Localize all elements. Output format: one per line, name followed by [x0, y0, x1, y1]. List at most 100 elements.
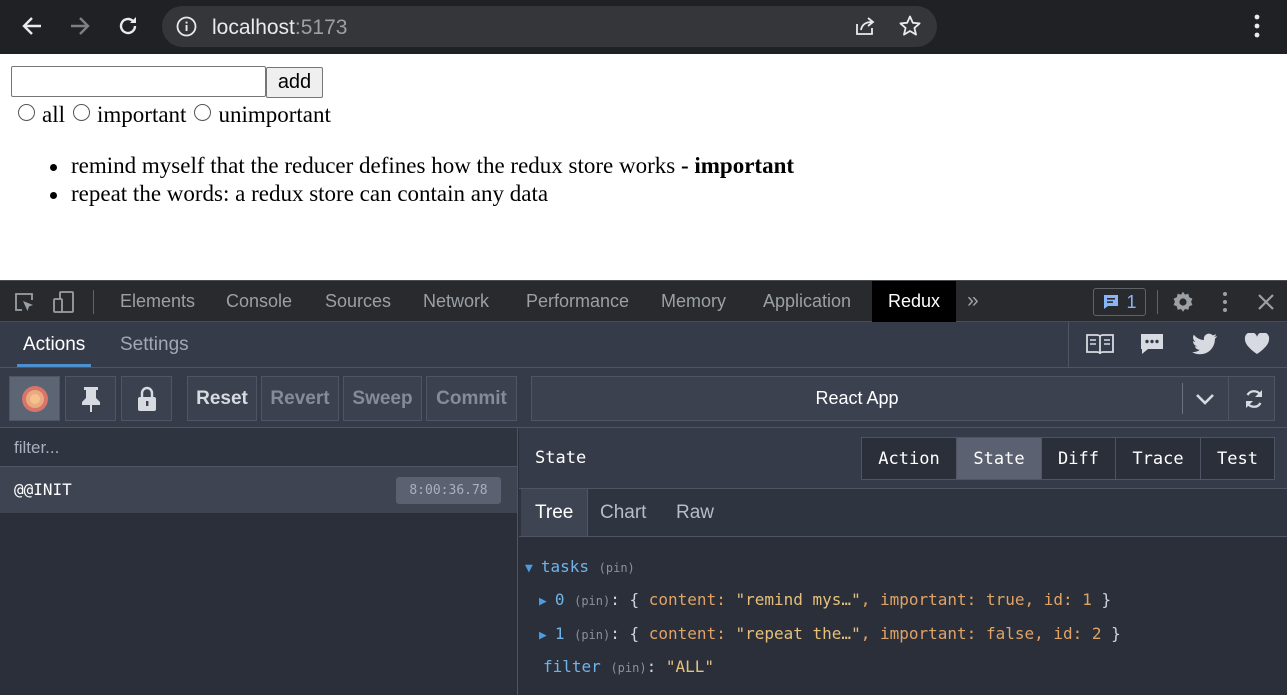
tree-key: filter	[543, 657, 601, 676]
filter-unimportant[interactable]: unimportant	[194, 102, 331, 128]
message-icon	[1104, 295, 1119, 309]
docs-book-icon[interactable]	[1085, 332, 1115, 361]
more-tabs-icon[interactable]: »	[967, 289, 979, 313]
browser-toolbar: localhost:5173	[0, 0, 1287, 54]
tree-node-tasks[interactable]: ▼ tasks (pin)	[525, 557, 635, 576]
tab-sources[interactable]: Sources	[311, 281, 405, 322]
action-name: @@INIT	[14, 480, 72, 499]
tree-value: "remind mys…"	[735, 590, 861, 609]
sync-divider	[1228, 377, 1229, 420]
pin-link[interactable]: (pin)	[574, 628, 610, 642]
view-raw-tab[interactable]: Raw	[662, 489, 728, 536]
collapsed-arrow-icon[interactable]: ▶	[539, 628, 547, 643]
task-content: remind myself that the reducer defines h…	[71, 153, 676, 178]
tree-value: false	[985, 624, 1035, 643]
state-tree: ▼ tasks (pin) ▶ 0 (pin): { content: "remin…	[519, 537, 1287, 695]
task-important-label: - important	[675, 153, 795, 178]
filter-all[interactable]: all	[18, 102, 65, 128]
redux-devtools: Actions Settings Reset Revert Sweep Comm…	[0, 322, 1287, 695]
pin-link[interactable]: (pin)	[599, 561, 635, 575]
devtools-menu-icon[interactable]	[1216, 290, 1234, 319]
inspector-mode-group: Action State Diff Trace Test	[861, 437, 1275, 480]
filter-unimportant-label: unimportant	[218, 102, 331, 127]
share-icon[interactable]	[853, 15, 877, 42]
pin-icon	[81, 386, 100, 412]
tree-node-item[interactable]: ▶ 0 (pin): { content: "remind mys…", impo…	[539, 590, 1111, 609]
tab-separator	[93, 290, 94, 314]
bookmark-star-icon[interactable]	[898, 14, 922, 43]
back-icon[interactable]	[14, 8, 50, 44]
inspector-pane: State Action State Diff Trace Test Tree …	[519, 428, 1287, 695]
mode-state-button[interactable]: State	[957, 438, 1042, 479]
url-port: :5173	[294, 16, 348, 39]
device-toolbar-icon[interactable]	[52, 290, 76, 319]
settings-gear-icon[interactable]	[1171, 290, 1195, 319]
close-icon[interactable]	[1256, 292, 1276, 317]
browser-menu-icon[interactable]	[1246, 12, 1268, 45]
tree-key: 1	[554, 624, 565, 643]
table-row[interactable]: @@INIT 8:00:36.78	[0, 467, 517, 513]
filter-radio-group: all important unimportant	[18, 102, 339, 128]
issues-badge[interactable]: 1	[1093, 288, 1146, 316]
tree-value: 2	[1091, 624, 1102, 643]
view-tree-tab[interactable]: Tree	[521, 489, 589, 536]
mode-action-button[interactable]: Action	[862, 438, 957, 479]
radio-important[interactable]	[73, 103, 90, 121]
revert-button[interactable]: Revert	[261, 376, 339, 421]
tab-application[interactable]: Application	[749, 281, 865, 322]
app-page: add all important unimportant remind mys…	[0, 54, 1287, 280]
filter-important[interactable]: important	[73, 102, 186, 128]
list-item[interactable]: repeat the words: a redux store can cont…	[50, 180, 794, 208]
tab-elements[interactable]: Elements	[106, 281, 209, 322]
info-icon[interactable]	[176, 16, 197, 42]
action-time-badge: 8:00:36.78	[396, 477, 501, 504]
sweep-button[interactable]: Sweep	[343, 376, 422, 421]
radio-all[interactable]	[18, 103, 35, 121]
lock-button[interactable]	[121, 376, 172, 421]
reload-icon[interactable]	[110, 8, 146, 44]
reset-button[interactable]: Reset	[187, 376, 257, 421]
view-chart-tab[interactable]: Chart	[586, 489, 660, 536]
tab-performance[interactable]: Performance	[512, 281, 643, 322]
tab-actions[interactable]: Actions	[9, 322, 99, 367]
pin-link[interactable]: (pin)	[610, 661, 646, 675]
tree-value: 1	[1082, 590, 1092, 609]
chevron-down-icon[interactable]	[1194, 390, 1216, 413]
tree-value: true	[985, 590, 1025, 609]
mode-trace-button[interactable]: Trace	[1116, 438, 1201, 479]
mode-diff-button[interactable]: Diff	[1042, 438, 1116, 479]
collapsed-arrow-icon[interactable]: ▶	[539, 594, 547, 609]
inspect-element-icon[interactable]	[13, 291, 35, 318]
commit-button[interactable]: Commit	[426, 376, 517, 421]
list-item[interactable]: remind myself that the reducer defines h…	[50, 152, 794, 180]
sync-icon[interactable]	[1242, 387, 1266, 416]
action-filter-input[interactable]: filter...	[0, 428, 517, 467]
tree-node-filter[interactable]: filter (pin): "ALL"	[543, 657, 714, 676]
mode-test-button[interactable]: Test	[1201, 438, 1274, 479]
tab-network[interactable]: Network	[409, 281, 503, 322]
new-task-input[interactable]	[11, 66, 266, 97]
pin-button[interactable]	[65, 376, 116, 421]
address-bar[interactable]: localhost:5173	[162, 6, 937, 47]
sponsor-heart-icon[interactable]	[1244, 332, 1270, 360]
pin-link[interactable]: (pin)	[574, 594, 610, 608]
radio-unimportant[interactable]	[194, 103, 212, 121]
expanded-arrow-icon[interactable]: ▼	[525, 561, 533, 576]
tab-settings[interactable]: Settings	[106, 322, 203, 367]
inspector-title: State	[535, 448, 587, 468]
tab-memory[interactable]: Memory	[647, 281, 740, 322]
instance-selector[interactable]: React App	[531, 376, 1275, 421]
add-button[interactable]: add	[266, 67, 323, 98]
feedback-chat-icon[interactable]	[1139, 332, 1165, 361]
tree-node-item[interactable]: ▶ 1 (pin): { content: "repeat the…", impo…	[539, 624, 1121, 643]
filter-all-label: all	[42, 102, 65, 127]
redux-links	[1068, 322, 1287, 367]
record-button[interactable]	[9, 376, 60, 421]
tab-console[interactable]: Console	[212, 281, 306, 322]
forward-icon[interactable]	[62, 8, 98, 44]
twitter-icon[interactable]	[1192, 333, 1218, 360]
action-list-pane: filter... @@INIT 8:00:36.78	[0, 428, 518, 695]
redux-tab-bar: Actions Settings	[0, 322, 1287, 368]
tree-value: "ALL"	[665, 657, 714, 676]
tab-redux[interactable]: Redux	[872, 281, 956, 322]
